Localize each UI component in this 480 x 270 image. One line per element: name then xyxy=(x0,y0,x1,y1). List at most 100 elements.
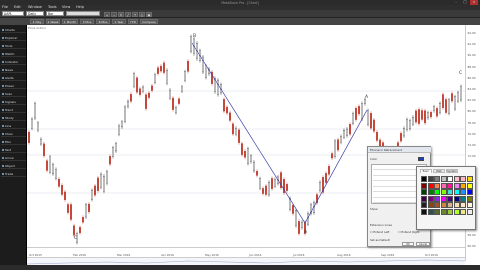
ok-button[interactable]: OK xyxy=(402,242,414,246)
navigation-pane[interactable] xyxy=(26,257,466,265)
text-tool-icon[interactable]: T xyxy=(132,11,138,17)
palette-color-cell[interactable] xyxy=(466,176,473,182)
palette-color-cell[interactable] xyxy=(421,195,427,202)
range-button-3m[interactable]: 3 Mos xyxy=(80,19,94,24)
sidebar-item-18[interactable]: Trade xyxy=(1,171,26,177)
palette-color-cell[interactable] xyxy=(466,202,473,208)
range-button-1m[interactable]: 1 Month xyxy=(62,19,78,24)
extend-right-checkbox[interactable]: ☐ Extend Right xyxy=(398,230,419,234)
sidebar-item-1[interactable]: Explorer xyxy=(1,35,26,41)
symbol-combo[interactable]: AAPL xyxy=(2,11,24,16)
sidebar-item-12[interactable]: Line xyxy=(1,123,26,129)
palette-color-cell[interactable] xyxy=(447,208,453,215)
sidebar-item-6[interactable]: Alerts xyxy=(1,75,26,81)
palette-color-cell[interactable] xyxy=(447,202,453,208)
sidebar-item-9[interactable]: Signals xyxy=(1,99,26,105)
palette-color-cell[interactable] xyxy=(466,189,473,195)
palette-color-cell[interactable] xyxy=(421,176,427,182)
range-button-1d[interactable]: 1 Day xyxy=(30,19,44,24)
palette-color-cell[interactable] xyxy=(453,176,460,182)
palette-color-cell[interactable] xyxy=(453,195,460,202)
candle-body xyxy=(178,98,180,104)
palette-color-cell[interactable] xyxy=(440,189,447,195)
palette-color-cell[interactable] xyxy=(440,195,447,202)
palette-color-cell[interactable] xyxy=(453,202,460,208)
palette-color-cell[interactable] xyxy=(427,208,434,215)
save-icon[interactable]: ▣ xyxy=(146,11,152,17)
color-swatch[interactable] xyxy=(418,157,424,161)
palette-color-cell[interactable] xyxy=(460,182,466,189)
zoom-out-icon[interactable]: − xyxy=(111,11,117,17)
palette-color-cell[interactable] xyxy=(447,182,453,189)
sidebar-item-14[interactable]: Fibo xyxy=(1,139,26,145)
sidebar-item-2[interactable]: Tools xyxy=(1,43,26,49)
compare-button[interactable]: Compare xyxy=(140,19,158,24)
palette-color-cell[interactable] xyxy=(453,182,460,189)
wave-zigzag-line[interactable] xyxy=(191,42,368,224)
palette-color-cell[interactable] xyxy=(434,208,440,215)
palette-color-cell[interactable] xyxy=(460,189,466,195)
range-button-1y[interactable]: 1 Year xyxy=(112,19,126,24)
palette-tab-system[interactable]: System xyxy=(446,168,458,173)
palette-color-cell[interactable] xyxy=(421,189,427,195)
palette-color-cell[interactable] xyxy=(453,208,460,215)
palette-color-cell[interactable] xyxy=(427,182,434,189)
range-button-ytd[interactable]: YTD xyxy=(128,19,138,24)
palette-color-cell[interactable] xyxy=(440,202,447,208)
sidebar-item-7[interactable]: Power xyxy=(1,83,26,89)
palette-color-cell[interactable] xyxy=(434,176,440,182)
sidebar-item-13[interactable]: Chan xyxy=(1,131,26,137)
sidebar-item-15[interactable]: Text xyxy=(1,147,26,153)
sidebar-item-10[interactable]: Trend xyxy=(1,107,26,113)
period-combo[interactable]: Daily xyxy=(26,11,44,16)
style-combo[interactable]: Bar xyxy=(46,11,64,16)
palette-color-cell[interactable] xyxy=(427,202,434,208)
palette-color-cell[interactable] xyxy=(440,208,447,215)
zoom-in-icon[interactable]: + xyxy=(104,11,110,17)
palette-color-cell[interactable] xyxy=(460,208,466,215)
palette-color-cell[interactable] xyxy=(460,202,466,208)
palette-tab-web[interactable]: Web xyxy=(433,168,445,173)
palette-color-cell[interactable] xyxy=(434,195,440,202)
sidebar-item-17[interactable]: Object xyxy=(1,163,26,169)
palette-color-cell[interactable] xyxy=(434,202,440,208)
date-axis[interactable]: Oct 2015 Feb 2016 Mar 2016 Apr 2016 May 2016… xyxy=(27,247,465,257)
palette-color-cell[interactable] xyxy=(453,189,460,195)
chart-type-combo[interactable] xyxy=(66,11,100,16)
cancel-button[interactable]: Cancel xyxy=(416,242,430,246)
palette-color-cell[interactable] xyxy=(466,182,473,189)
palette-color-cell[interactable] xyxy=(421,182,427,189)
palette-color-cell[interactable] xyxy=(434,182,440,189)
extend-left-checkbox[interactable]: ☐ Extend Left xyxy=(370,230,389,234)
sidebar-item-8[interactable]: Scan xyxy=(1,91,26,97)
default-label[interactable]: Set as Default xyxy=(370,238,390,242)
palette-color-cell[interactable] xyxy=(427,176,434,182)
palette-color-cell[interactable] xyxy=(466,195,473,202)
sidebar-item-4[interactable]: Indicator xyxy=(1,59,26,65)
sidebar-item-5[interactable]: News xyxy=(1,67,26,73)
palette-color-cell[interactable] xyxy=(447,176,453,182)
palette-color-cell[interactable] xyxy=(466,208,473,215)
palette-color-cell[interactable] xyxy=(421,202,427,208)
palette-color-cell[interactable] xyxy=(447,189,453,195)
palette-color-cell[interactable] xyxy=(421,208,427,215)
palette-color-cell[interactable] xyxy=(447,195,453,202)
palette-color-cell[interactable] xyxy=(440,176,447,182)
crosshair-icon[interactable]: ✛ xyxy=(118,11,124,17)
line-tool-icon[interactable]: ╱ xyxy=(125,11,131,17)
sidebar-item-11[interactable]: Study xyxy=(1,115,26,121)
palette-color-cell[interactable] xyxy=(460,195,466,202)
print-icon[interactable]: ⎙ xyxy=(139,11,145,17)
range-button-1w[interactable]: 1 Week xyxy=(46,19,60,24)
palette-color-cell[interactable] xyxy=(427,195,434,202)
palette-color-cell[interactable] xyxy=(427,189,434,195)
palette-tab-basic[interactable]: Basic xyxy=(420,168,432,173)
palette-color-cell[interactable] xyxy=(434,189,440,195)
sidebar-item-16[interactable]: Arrow xyxy=(1,155,26,161)
sidebar-item-3[interactable]: Watch xyxy=(1,51,26,57)
palette-color-cell[interactable] xyxy=(440,182,447,189)
candle-body xyxy=(295,210,297,226)
range-button-6m[interactable]: 6 Mos xyxy=(96,19,110,24)
palette-color-cell[interactable] xyxy=(460,176,466,182)
sidebar-item-0[interactable]: Charts xyxy=(1,27,26,33)
